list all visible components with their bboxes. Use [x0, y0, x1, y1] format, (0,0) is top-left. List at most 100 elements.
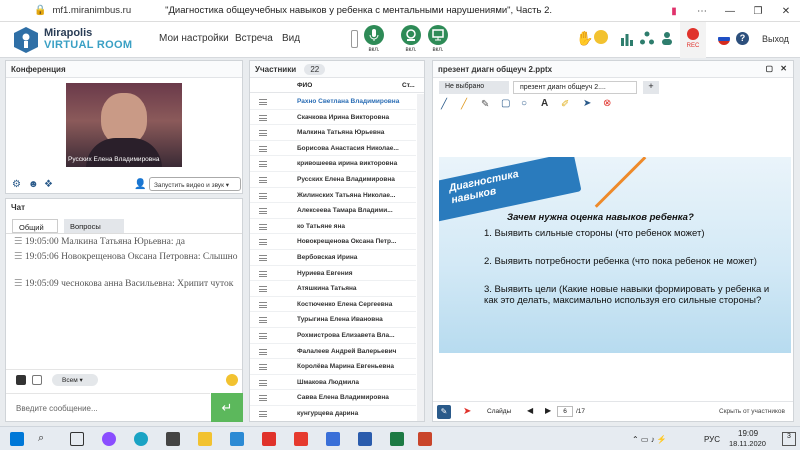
- participant-row[interactable]: Жилинских Татьяна Николае...: [250, 188, 416, 204]
- users-icon[interactable]: [660, 31, 674, 45]
- drag-handle-icon[interactable]: [259, 255, 267, 261]
- yandex-browser-icon[interactable]: [262, 432, 276, 446]
- menu-settings[interactable]: Мои настройки: [159, 33, 229, 44]
- participant-row[interactable]: Русских Елена Владимировна: [250, 172, 416, 188]
- drag-handle-icon[interactable]: [259, 301, 267, 308]
- word-icon[interactable]: [358, 432, 372, 446]
- bookmark-icon[interactable]: ▮: [660, 6, 688, 17]
- prev-slide-button[interactable]: ◀: [527, 406, 533, 415]
- drag-handle-icon[interactable]: [259, 99, 267, 105]
- add-tab-button[interactable]: +: [643, 81, 659, 94]
- explorer-icon[interactable]: [198, 432, 212, 446]
- emoji-icon[interactable]: [594, 30, 608, 44]
- store-icon[interactable]: [166, 432, 180, 446]
- tab-not-selected[interactable]: Не выбрано: [439, 81, 509, 94]
- start-icon[interactable]: [10, 432, 24, 446]
- close-panel-icon[interactable]: ✕: [780, 64, 787, 73]
- participant-row[interactable]: Шмакова Людмила: [250, 375, 416, 391]
- alice-icon[interactable]: [102, 432, 116, 446]
- layout-icon[interactable]: ❖: [44, 179, 53, 190]
- hide-from-participants[interactable]: Скрыть от участников: [719, 408, 785, 415]
- participant-row[interactable]: ко Татьяне яна: [250, 219, 416, 235]
- notifications-icon[interactable]: 3: [782, 432, 796, 446]
- participant-row[interactable]: кунгурцева дарина: [250, 406, 416, 421]
- minimize-icon[interactable]: —: [716, 6, 744, 17]
- brush-icon[interactable]: ✐: [561, 99, 569, 110]
- page-input[interactable]: 6: [557, 406, 573, 417]
- edge-icon[interactable]: [134, 432, 148, 446]
- video-tile[interactable]: Русских Елена Владимировна: [66, 83, 182, 167]
- drag-handle-icon[interactable]: [259, 379, 267, 386]
- exit-button[interactable]: Выход: [762, 34, 789, 44]
- participant-row[interactable]: Турыгина Елена Ивановна: [250, 312, 416, 328]
- users-settings-icon[interactable]: ☻: [28, 179, 39, 190]
- drag-handle-icon[interactable]: [259, 395, 267, 402]
- drag-handle-icon[interactable]: [259, 364, 267, 371]
- color-picker-icon[interactable]: [16, 375, 26, 385]
- drag-handle-icon[interactable]: [259, 161, 267, 168]
- yandex-icon[interactable]: [294, 432, 308, 446]
- participant-row[interactable]: Савва Елена Владимировна: [250, 390, 416, 406]
- menu-view[interactable]: Вид: [282, 33, 300, 44]
- menu-meeting[interactable]: Встреча: [235, 33, 273, 44]
- participants-scrollbar[interactable]: [417, 94, 424, 421]
- next-slide-button[interactable]: ▶: [545, 406, 551, 415]
- participant-row[interactable]: Борисова Анастасия Николае...: [250, 141, 416, 157]
- app-icon[interactable]: [326, 432, 340, 446]
- app-l-icon[interactable]: [230, 432, 244, 446]
- help-icon[interactable]: ?: [736, 32, 749, 45]
- drag-handle-icon[interactable]: [259, 239, 267, 246]
- tray-icons[interactable]: ⌃ ▭ ♪ ⚡: [632, 435, 667, 444]
- send-button[interactable]: ↵: [211, 393, 243, 422]
- device-icon[interactable]: ⚙: [12, 179, 21, 190]
- screen-share-button[interactable]: [428, 25, 448, 45]
- address-bar[interactable]: mf1.miranimbus.ru: [52, 5, 131, 16]
- drag-handle-icon[interactable]: [259, 223, 267, 230]
- format-icon[interactable]: [32, 375, 42, 385]
- camera-button[interactable]: [401, 25, 421, 45]
- participant-row[interactable]: Малкина Татьяна Юрьевна: [250, 125, 416, 141]
- participant-row[interactable]: Королёва Марина Евгеньевна: [250, 359, 416, 375]
- participant-row[interactable]: кривошеева ирина викторовна: [250, 156, 416, 172]
- drag-handle-icon[interactable]: [259, 411, 267, 417]
- participant-row[interactable]: Фалалеев Андрей Валерьевич: [250, 344, 416, 360]
- participant-row[interactable]: Рохмистрова Елизавета Вла...: [250, 328, 416, 344]
- language-indicator[interactable]: РУС: [704, 435, 720, 444]
- participant-row[interactable]: Рахно Светлана Владимировна: [250, 94, 416, 110]
- tab-general[interactable]: Общий: [12, 219, 58, 233]
- participant-row[interactable]: Вербовская Ирина: [250, 250, 416, 266]
- draw-tool-icon[interactable]: ✎: [437, 405, 451, 419]
- close-icon[interactable]: ✕: [772, 6, 800, 17]
- pen-icon[interactable]: ╱: [441, 99, 447, 110]
- task-view-icon[interactable]: [70, 432, 84, 446]
- ellipse-icon[interactable]: ○: [521, 98, 527, 109]
- participant-row[interactable]: Алексеева Тамара Владими...: [250, 203, 416, 219]
- pointer-tool-icon[interactable]: ➤: [463, 406, 471, 417]
- tab-questions[interactable]: Вопросы: [64, 219, 124, 233]
- message-input[interactable]: Введите сообщение...: [6, 393, 210, 422]
- drag-handle-icon[interactable]: [259, 208, 267, 215]
- smiley-icon[interactable]: [226, 374, 238, 386]
- expand-icon[interactable]: ▢: [765, 64, 773, 73]
- record-button[interactable]: REC: [680, 22, 706, 58]
- highlighter-icon[interactable]: ╱: [461, 99, 467, 110]
- rectangle-icon[interactable]: ▢: [501, 98, 510, 109]
- participant-row[interactable]: Нуриева Евгения: [250, 266, 416, 282]
- menu-icon[interactable]: ⋯: [688, 6, 716, 17]
- stats-icon[interactable]: [620, 32, 634, 46]
- participant-row[interactable]: Скачкова Ирина Викторовна: [250, 110, 416, 126]
- drag-handle-icon[interactable]: [259, 348, 267, 355]
- column-status[interactable]: Ст...: [402, 82, 415, 89]
- start-video-select[interactable]: Запустить видео и звук ▾: [149, 177, 241, 191]
- drag-handle-icon[interactable]: [259, 130, 267, 137]
- drag-handle-icon[interactable]: [259, 333, 267, 339]
- tab-presentation[interactable]: презент диагн общеуч 2....: [513, 81, 637, 94]
- maximize-icon[interactable]: ❐: [744, 6, 772, 17]
- drag-handle-icon[interactable]: [259, 192, 267, 199]
- clear-icon[interactable]: ⊗: [603, 98, 611, 109]
- participant-row[interactable]: Новокрещенова Оксана Петр...: [250, 234, 416, 250]
- network-icon[interactable]: [640, 31, 654, 45]
- search-icon[interactable]: ⌕: [38, 432, 52, 446]
- russian-flag-icon[interactable]: [718, 33, 730, 45]
- mic-button[interactable]: [364, 25, 384, 45]
